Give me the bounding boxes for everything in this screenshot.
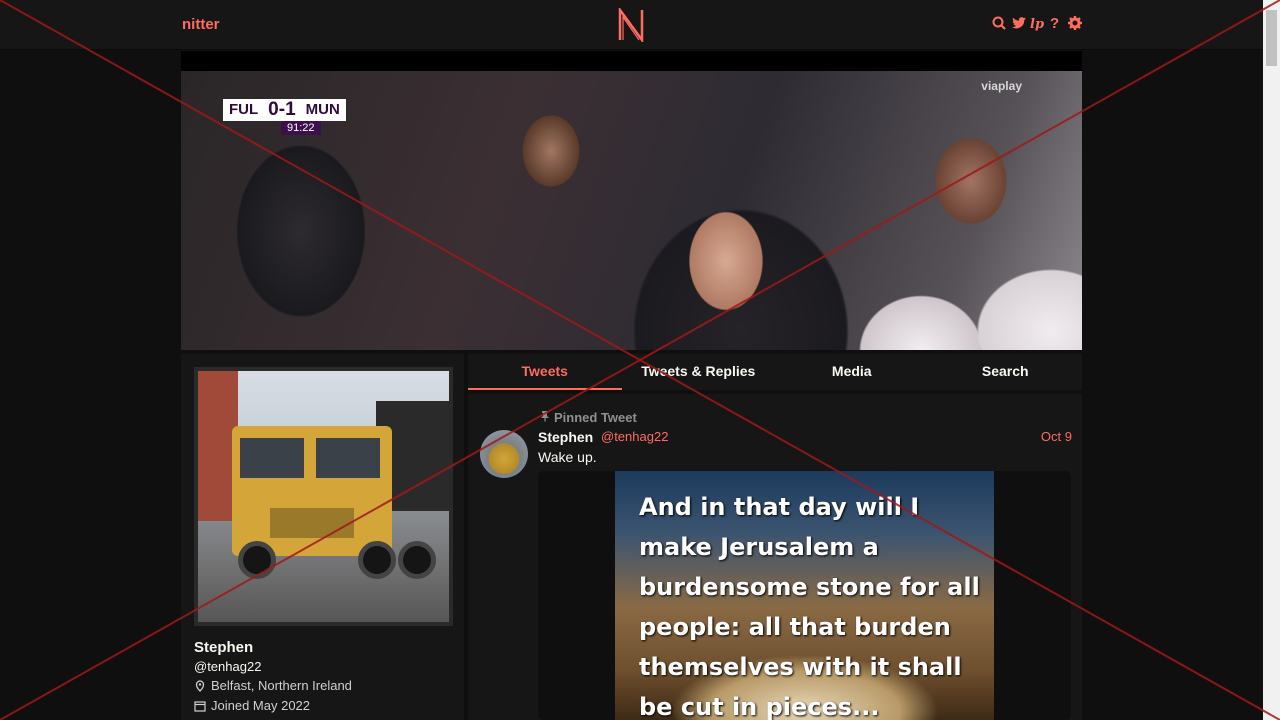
truck-grill (270, 508, 354, 538)
page-scrollbar[interactable] (1263, 0, 1280, 720)
pinned-label: Pinned Tweet (554, 410, 637, 425)
profile-name[interactable]: Stephen (194, 639, 253, 656)
profile-card: Stephen @tenhag22 Belfast, Northern Irel… (181, 354, 464, 720)
nav-icons: lp ? (992, 15, 1082, 32)
timeline: Pinned Tweet Stephen @tenhag22 Oct 9 Wak… (468, 394, 1082, 720)
search-icon[interactable] (992, 15, 1006, 31)
settings-icon[interactable] (1068, 15, 1082, 31)
truck-wheel (398, 541, 436, 579)
profile-banner[interactable]: FUL 0-1 MUN 91:22 viaplay (181, 51, 1082, 350)
navbar: nitter lp ? (0, 0, 1263, 50)
svg-text:lp: lp (1030, 17, 1044, 31)
avatar-image (198, 371, 449, 622)
tab-tweets-replies[interactable]: Tweets & Replies (622, 354, 776, 390)
banner-image: FUL 0-1 MUN 91:22 viaplay (181, 71, 1082, 350)
profile-avatar[interactable] (194, 367, 453, 626)
scrollbar-thumb[interactable] (1266, 10, 1277, 66)
profile-joined: Joined May 2022 (194, 698, 310, 713)
profile-handle[interactable]: @tenhag22 (194, 659, 261, 674)
truck-window-right (316, 438, 380, 478)
tab-search[interactable]: Search (929, 354, 1083, 390)
joined-text: Joined May 2022 (211, 698, 311, 713)
help-icon[interactable]: ? (1049, 15, 1063, 32)
away-team: MUN (299, 99, 346, 121)
tweet-date[interactable]: Oct 9 (1041, 429, 1072, 444)
tab-media[interactable]: Media (775, 354, 929, 390)
truck-window-left (240, 438, 304, 478)
location-pin-icon (194, 679, 206, 692)
tweet-avatar[interactable] (480, 430, 528, 478)
tweet-text: Wake up. (538, 449, 597, 465)
match-score: 0-1 (264, 99, 300, 121)
timeline-tabs: Tweets Tweets & Replies Media Search (468, 354, 1082, 390)
tweet-image[interactable]: And in that day will I make Jerusalem a … (615, 471, 994, 720)
twitter-icon[interactable] (1011, 15, 1026, 31)
pinned-indicator: Pinned Tweet (540, 410, 637, 425)
truck-wheel (238, 541, 276, 579)
brand-link[interactable]: nitter (182, 16, 220, 33)
image-quote-text: And in that day will I make Jerusalem a … (639, 493, 980, 720)
tweet-media[interactable]: And in that day will I make Jerusalem a … (538, 471, 1071, 720)
nitter-logo-icon[interactable] (617, 8, 645, 42)
tab-tweets[interactable]: Tweets (468, 354, 622, 390)
scorebug: FUL 0-1 MUN 91:22 (223, 99, 346, 135)
profile-location: Belfast, Northern Ireland (194, 678, 352, 693)
svg-text:?: ? (1050, 15, 1059, 31)
home-team: FUL (223, 99, 265, 121)
calendar-icon (194, 700, 206, 712)
location-text: Belfast, Northern Ireland (211, 678, 352, 693)
match-time: 91:22 (281, 121, 321, 135)
rss-icon[interactable]: lp (1030, 15, 1044, 32)
pin-icon (540, 410, 550, 425)
tweet-author-handle[interactable]: @tenhag22 (601, 429, 668, 444)
tweet-author-name[interactable]: Stephen (538, 429, 593, 445)
broadcaster-logo: viaplay (981, 79, 1022, 93)
avatar-truck-cab (232, 426, 392, 556)
truck-wheel (358, 541, 396, 579)
